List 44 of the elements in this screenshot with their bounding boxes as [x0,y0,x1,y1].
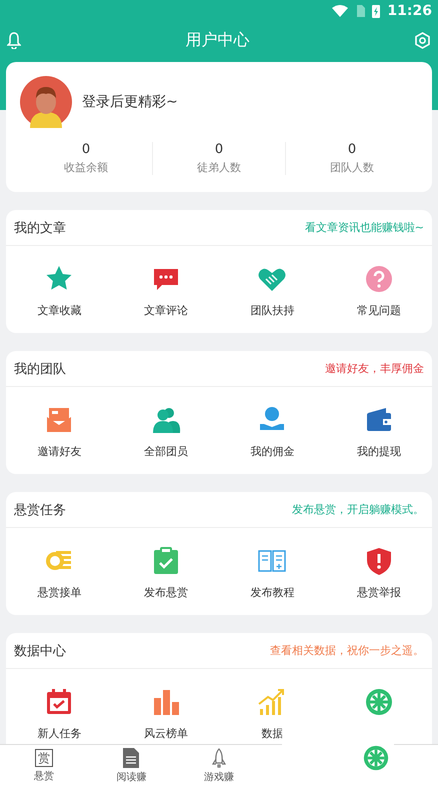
stat-value: 0 [214,142,224,157]
section-title: 我的文章 [14,220,66,236]
nav-tab[interactable]: 悬赏 [34,769,54,783]
stat-label: 团队人数 [330,160,374,175]
section-title: 数据中心 [14,642,66,660]
menu-item-label[interactable]: 团队扶持 [250,303,294,318]
menu-item-label[interactable]: 常见问题 [356,303,401,318]
wheel-icon[interactable] [364,687,394,717]
menu-item-label[interactable]: 文章收藏 [37,303,82,318]
status-time: 11:26 [387,3,432,19]
menu-item-label[interactable]: 新人任务 [37,726,82,741]
stat-value: 0 [82,142,90,157]
wheel-icon[interactable] [362,744,390,772]
menu-item-label[interactable]: 悬赏举报 [356,585,401,600]
no-sim-icon [355,5,366,17]
settings-icon[interactable] [414,32,431,48]
menu-item-label[interactable]: 风云榜单 [144,726,188,741]
login-prompt[interactable]: 登录后更精彩~ [82,93,178,111]
menu-item-label[interactable]: 悬赏接单 [37,585,82,600]
menu-item-label[interactable]: 邀请好友 [37,444,82,459]
rocket-icon[interactable] [210,748,228,768]
menu-item-label[interactable]: 发布教程 [250,585,294,600]
menu-item-label[interactable]: 全部团员 [144,444,188,459]
avatar[interactable] [20,76,72,128]
nav-tab[interactable]: 游戏赚 [204,770,234,784]
people-icon[interactable] [150,405,181,435]
page-title: 用户中心 [186,30,250,50]
stat-label: 徒弟人数 [197,160,241,175]
question-icon[interactable] [364,264,394,294]
menu-item-label[interactable]: 文章评论 [144,303,188,318]
battery-icon [372,4,380,18]
menu-item-label[interactable]: 我的提现 [356,444,401,459]
section-link[interactable]: 邀请好友，丰厚佣金 [325,361,424,376]
menu-item-label[interactable]: 发布悬赏 [144,585,188,600]
document-icon[interactable] [123,748,140,768]
section-title: 悬赏任务 [14,502,66,518]
stat-value: 0 [348,142,356,157]
section-title: 我的团队 [14,360,66,378]
stat-label: 收益余额 [64,160,108,175]
nav-tab[interactable]: 阅读赚 [116,770,146,784]
menu-item-label[interactable]: 我的佣金 [250,444,294,459]
wifi-icon [332,5,348,17]
boxed-character-icon[interactable]: 赏 [34,749,53,767]
bell-icon[interactable] [7,32,21,48]
